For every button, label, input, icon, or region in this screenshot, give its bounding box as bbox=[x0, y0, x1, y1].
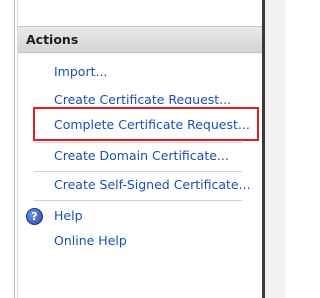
import-link[interactable]: Import... bbox=[54, 64, 107, 79]
pane-left-border bbox=[14, 0, 15, 298]
screenshot-frame: Actions Import... Create Certificate Req… bbox=[0, 0, 285, 298]
divider bbox=[34, 171, 242, 172]
create-certificate-request-link[interactable]: Create Certificate Request... bbox=[54, 92, 231, 104]
help-icon: ? bbox=[26, 208, 43, 225]
actions-header-title: Actions bbox=[26, 32, 79, 47]
create-self-signed-certificate-link[interactable]: Create Self-Signed Certificate... bbox=[54, 177, 251, 192]
online-help-link[interactable]: Online Help bbox=[54, 233, 127, 248]
create-domain-certificate-link[interactable]: Create Domain Certificate... bbox=[54, 148, 229, 163]
divider bbox=[34, 200, 242, 201]
help-link[interactable]: Help bbox=[54, 208, 83, 223]
actions-header: Actions bbox=[18, 26, 262, 53]
highlight-annotation bbox=[33, 107, 259, 141]
top-gap bbox=[0, 0, 285, 26]
divider bbox=[34, 142, 242, 143]
scrollbar-area[interactable] bbox=[265, 0, 285, 298]
